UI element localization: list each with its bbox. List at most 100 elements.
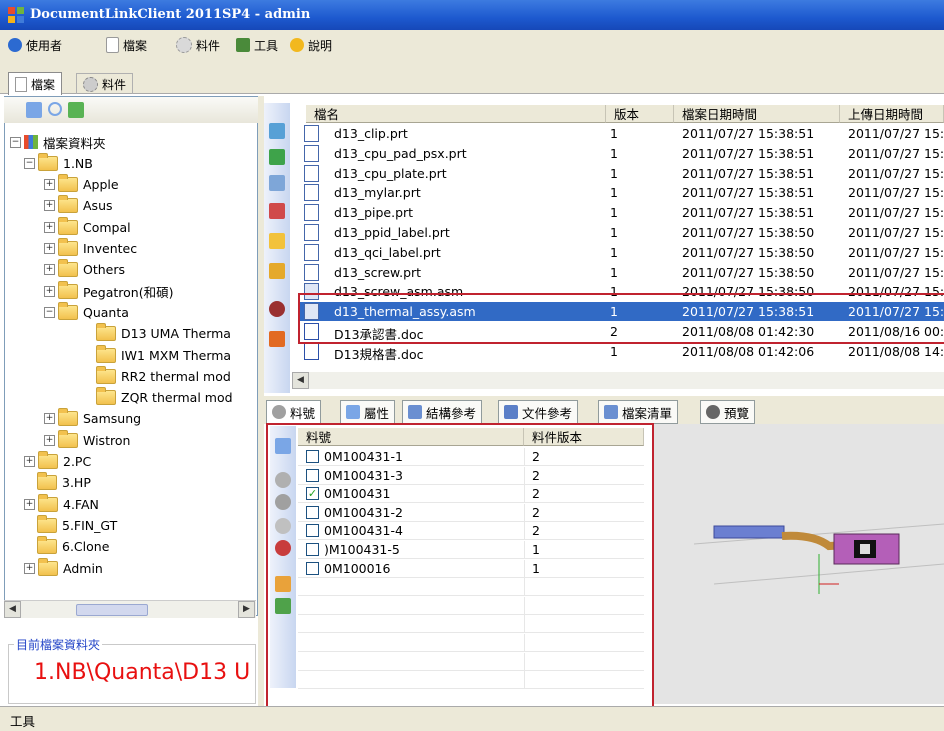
column-header-upload-date[interactable]: 上傳日期時間 — [840, 105, 944, 123]
file-row[interactable]: d13_clip.prt 1 2011/07/27 15:38:51 2011/07/… — [298, 124, 944, 143]
part-file-icon — [304, 224, 319, 241]
folder-icon — [58, 408, 78, 427]
scroll-right-icon[interactable]: ▶ — [238, 601, 255, 618]
expand-icon[interactable]: + — [24, 498, 35, 510]
tree-item[interactable]: 3.HP — [24, 472, 91, 493]
lock-icon[interactable] — [269, 233, 285, 249]
detail-tab[interactable]: 檔案清單 — [598, 400, 679, 424]
tree-item[interactable]: + Others — [44, 259, 125, 280]
expand-icon[interactable]: + — [24, 456, 35, 467]
collapse-icon[interactable]: − — [10, 136, 21, 148]
tab-parts[interactable]: 料件 — [76, 73, 134, 94]
scroll-thumb[interactable] — [76, 604, 148, 616]
transfer-icon[interactable] — [269, 331, 285, 347]
tree-item-label: 5.FIN_GT — [62, 517, 118, 533]
tree-item[interactable]: 6.Clone — [24, 536, 109, 557]
expand-icon[interactable]: + — [44, 221, 55, 233]
search-icon[interactable] — [48, 102, 62, 116]
menu-part[interactable]: 料件 — [176, 34, 220, 56]
menu-help[interactable]: 說明 — [290, 34, 332, 56]
tab-files[interactable]: 檔案 — [8, 72, 63, 95]
tree-item[interactable]: + Asus — [44, 195, 113, 216]
tree-item[interactable]: +2.PC — [24, 451, 91, 472]
tree-item-label: 1.NB — [63, 155, 93, 171]
file-cell-ver: 1 — [610, 244, 618, 260]
tree-item[interactable]: 5.FIN_GT — [24, 514, 118, 535]
file-row[interactable]: d13_screw.prt 1 2011/07/27 15:38:50 2011/07… — [298, 263, 944, 282]
folder-icon — [38, 451, 58, 469]
file-row[interactable]: d13_cpu_pad_psx.prt 1 2011/07/27 15:38:51 2… — [298, 144, 944, 163]
column-header-file-date[interactable]: 檔案日期時間 — [674, 105, 840, 123]
delete-icon[interactable] — [269, 203, 285, 219]
expand-icon[interactable]: + — [44, 413, 55, 425]
tree-horizontal-scrollbar[interactable]: ◀ ▶ — [4, 600, 256, 618]
menu-bar: 使用者 檔案 料件 工具 說明 — [0, 30, 944, 70]
expand-icon[interactable]: + — [44, 264, 55, 276]
folder-icon — [96, 365, 116, 384]
tree-item[interactable]: + Apple — [44, 174, 119, 195]
collapse-icon[interactable]: − — [44, 306, 55, 318]
expand-icon[interactable]: + — [44, 179, 55, 191]
tree-item[interactable]: D13 UMA Therma — [96, 323, 231, 344]
detail-tab[interactable]: 結構參考 — [402, 400, 483, 424]
refresh-icon[interactable] — [26, 102, 42, 118]
scroll-left-icon[interactable]: ◀ — [292, 372, 309, 389]
tree-item[interactable]: + Admin — [24, 557, 103, 578]
tree-item[interactable]: + Inventec — [44, 238, 137, 259]
menu-user[interactable]: 使用者 — [8, 34, 62, 56]
file-row[interactable]: d13_qci_label.prt 1 2011/07/27 15:38:50 201… — [298, 243, 944, 262]
menu-tools[interactable]: 工具 — [236, 34, 278, 56]
tree-item[interactable]: + Pegatron(和碩) — [44, 280, 173, 301]
expand-icon[interactable]: + — [44, 243, 55, 254]
folder-icon — [37, 536, 57, 555]
current-folder-label: 目前檔案資料夾 — [14, 636, 103, 653]
download-icon[interactable] — [269, 149, 285, 165]
tree-item[interactable]: + Wistron — [44, 429, 130, 450]
detail-tab[interactable]: 料號 — [266, 400, 322, 423]
expand-icon[interactable]: + — [24, 562, 35, 574]
file-row[interactable]: d13_ppid_label.prt 1 2011/07/27 15:38:50 20… — [298, 223, 944, 242]
detail-tab[interactable]: 文件參考 — [498, 400, 579, 424]
file-row[interactable]: d13_pipe.prt 1 2011/07/27 15:38:51 2011/07/… — [298, 203, 944, 222]
file-row[interactable]: D13規格書.doc 1 2011/08/08 01:42:06 2011/08/08… — [298, 342, 944, 362]
file-cell-name: d13_cpu_pad_psx.prt — [334, 145, 467, 161]
file-cell-ver: 1 — [610, 165, 618, 181]
detail-tab-label: 料號 — [290, 405, 316, 421]
expand-icon[interactable]: + — [44, 285, 55, 297]
file-cell-date: 2011/07/27 15:38:50 — [682, 264, 815, 280]
folder-icon — [58, 216, 78, 235]
file-row[interactable]: d13_mylar.prt 1 2011/07/27 15:38:51 2011/07… — [298, 183, 944, 202]
part-file-icon — [304, 144, 319, 162]
column-header-name[interactable]: 檔名 — [306, 105, 606, 123]
menu-file[interactable]: 檔案 — [106, 34, 147, 56]
detail-tab[interactable]: 屬性 — [340, 400, 396, 424]
column-header-label: 檔名 — [314, 107, 340, 122]
tree-item[interactable]: IW1 MXM Therma — [96, 344, 231, 365]
tree-item[interactable]: + Compal — [44, 216, 131, 237]
menu-user-label: 使用者 — [26, 38, 63, 53]
tree-item[interactable]: RR2 thermal mod — [96, 365, 231, 386]
file-cell-date: 2011/07/27 15:38:51 — [682, 205, 815, 221]
expand-icon[interactable]: + — [44, 434, 55, 446]
new-file-icon[interactable] — [269, 123, 285, 139]
scroll-left-icon[interactable]: ◀ — [4, 601, 21, 618]
tree-item[interactable]: − 1.NB — [24, 152, 93, 173]
preview-pane — [654, 424, 944, 704]
tree-item[interactable]: ZQR thermal mod — [96, 387, 233, 408]
export-icon[interactable] — [68, 102, 84, 118]
tree-item[interactable]: − Quanta — [44, 301, 129, 322]
column-header-label: 檔案日期時間 — [682, 107, 758, 122]
file-row[interactable]: d13_cpu_plate.prt 1 2011/07/27 15:38:51 201… — [298, 164, 944, 183]
tree-item[interactable]: + Samsung — [44, 408, 141, 429]
column-header-version[interactable]: 版本 — [606, 105, 674, 123]
file-cell-date: 2011/07/27 15:38:50 — [682, 244, 815, 260]
edit-icon[interactable] — [269, 175, 285, 191]
structure-icon[interactable] — [269, 301, 285, 317]
expand-icon[interactable]: + — [44, 200, 55, 212]
file-list-horizontal-scrollbar[interactable]: ◀ — [292, 372, 944, 389]
collapse-icon[interactable]: − — [24, 157, 35, 169]
tree-item[interactable]: +4.FAN — [24, 493, 99, 514]
detail-tab[interactable]: 預覽 — [700, 400, 756, 424]
unlock-icon[interactable] — [269, 263, 285, 279]
tree-item[interactable]: − 檔案資料夾 — [10, 132, 106, 152]
